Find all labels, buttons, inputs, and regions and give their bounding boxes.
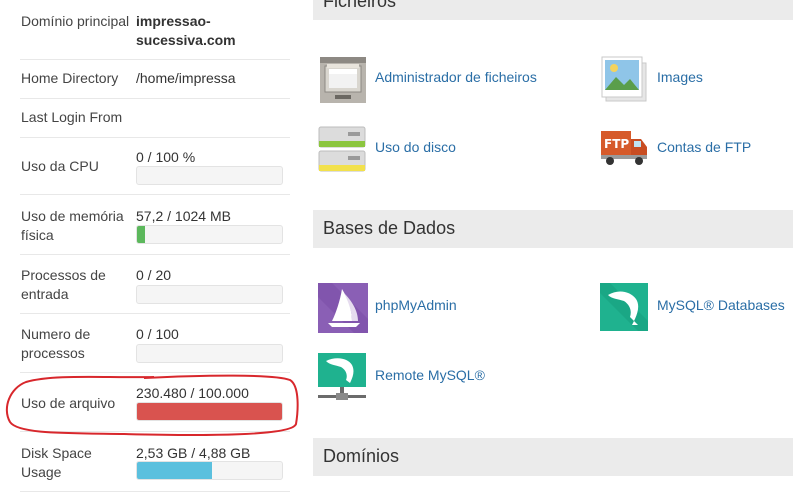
tool-label: phpMyAdmin bbox=[375, 297, 457, 313]
stat-value: impressao-sucessiva.com bbox=[136, 13, 236, 48]
bar-fill bbox=[137, 226, 146, 243]
section-header-files[interactable]: Ficheiros bbox=[313, 0, 793, 20]
stat-row-entry-processes: Processos de entrada 0 / 20 bbox=[20, 255, 290, 314]
stat-label: Home Directory bbox=[21, 70, 119, 86]
stat-label: Processos de entrada bbox=[21, 267, 106, 302]
stat-row-main-domain: Domínio principal impressao-sucessiva.co… bbox=[20, 0, 290, 60]
stat-value: 0 / 100 bbox=[136, 326, 179, 342]
stat-label: Uso de memória física bbox=[21, 208, 124, 243]
tool-label: Administrador de ficheiros bbox=[375, 69, 537, 85]
stat-value: /home/impressa bbox=[136, 70, 236, 86]
memory-usage-bar bbox=[136, 225, 283, 244]
stat-label: Uso da CPU bbox=[21, 158, 99, 174]
stat-value: 0 / 20 bbox=[136, 267, 172, 283]
tool-ftp-accounts[interactable]: FTP Contas de FTP bbox=[600, 125, 780, 175]
stat-row-cpu: Uso da CPU 0 / 100 % bbox=[20, 138, 290, 195]
mysql-dolphin-icon bbox=[600, 283, 648, 331]
stat-row-home-directory: Home Directory /home/impressa bbox=[20, 60, 290, 99]
file-usage-bar bbox=[136, 402, 283, 421]
hard-drive-icon bbox=[318, 126, 366, 172]
stat-value: 230.480 / 100.000 bbox=[136, 385, 249, 401]
entry-processes-bar bbox=[136, 285, 283, 304]
section-title: Bases de Dados bbox=[323, 218, 456, 238]
stat-label: Numero de processos bbox=[21, 326, 91, 361]
section-header-domains[interactable]: Domínios bbox=[313, 438, 793, 476]
stat-row-file-usage: Uso de arquivo 230.480 / 100.000 bbox=[20, 373, 290, 432]
processes-bar bbox=[136, 344, 283, 363]
tool-label: Contas de FTP bbox=[657, 139, 752, 155]
tool-phpmyadmin[interactable]: phpMyAdmin bbox=[318, 283, 498, 333]
tool-disk-usage[interactable]: Uso do disco bbox=[318, 125, 518, 175]
file-cabinet-icon bbox=[320, 57, 366, 103]
tool-label: Images bbox=[657, 69, 703, 85]
stat-label: Last Login From bbox=[21, 109, 123, 125]
stats-panel: Domínio principal impressao-sucessiva.co… bbox=[8, 0, 290, 499]
stat-value: 0 / 100 % bbox=[136, 149, 196, 165]
stat-label: Domínio principal bbox=[21, 13, 130, 29]
stat-value: 57,2 / 1024 MB bbox=[136, 208, 231, 224]
stat-row-last-login: Last Login From bbox=[20, 99, 290, 138]
stat-row-memory: Uso de memória física 57,2 / 1024 MB bbox=[20, 195, 290, 255]
svg-text:FTP: FTP bbox=[604, 137, 629, 151]
phpmyadmin-sail-icon bbox=[318, 283, 368, 333]
remote-mysql-dolphin-icon bbox=[318, 353, 366, 400]
stat-label: Disk Space Usage bbox=[21, 445, 92, 480]
bar-fill bbox=[137, 403, 282, 420]
section-header-databases[interactable]: Bases de Dados bbox=[313, 210, 793, 248]
tool-file-manager[interactable]: Administrador de ficheiros bbox=[318, 55, 578, 105]
section-title: Ficheiros bbox=[323, 0, 397, 11]
stat-label: Uso de arquivo bbox=[21, 395, 116, 411]
tool-mysql-databases[interactable]: MySQL® Databases bbox=[600, 283, 793, 333]
tool-images[interactable]: Images bbox=[600, 55, 770, 105]
stat-row-number-of-processes: Numero de processos 0 / 100 bbox=[20, 314, 290, 373]
tool-label: MySQL® Databases bbox=[657, 297, 785, 313]
stat-row-disk-space: Disk Space Usage 2,53 GB / 4,88 GB bbox=[20, 432, 290, 492]
tool-label: Uso do disco bbox=[375, 139, 456, 155]
cpu-usage-bar bbox=[136, 166, 283, 185]
picture-stack-icon bbox=[601, 56, 647, 102]
bar-fill bbox=[137, 462, 213, 479]
disk-space-bar bbox=[136, 461, 283, 480]
tool-label: Remote MySQL® bbox=[375, 367, 485, 383]
ftp-truck-icon: FTP bbox=[601, 131, 647, 165]
section-title: Domínios bbox=[323, 446, 400, 466]
tool-remote-mysql[interactable]: Remote MySQL® bbox=[318, 353, 508, 403]
